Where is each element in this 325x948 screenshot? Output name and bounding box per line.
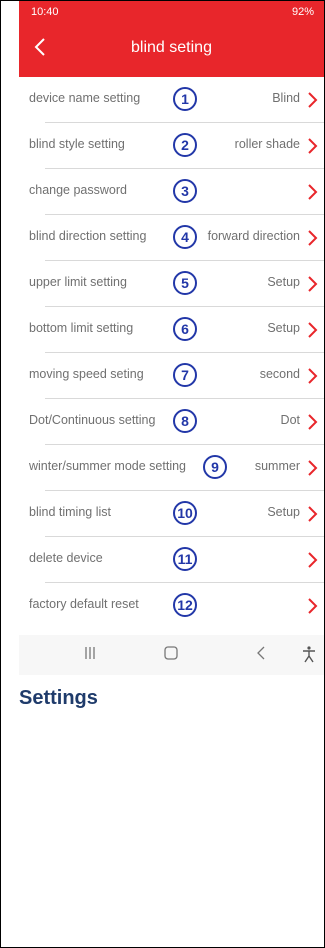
step-number-badge: 9 (203, 455, 227, 479)
chevron-right-icon[interactable] (306, 459, 318, 477)
setting-label: blind timing list (29, 505, 111, 519)
setting-row-blind-timing-list[interactable]: blind timing list 10 Setup (19, 491, 324, 537)
setting-value: Setup (267, 275, 300, 289)
screenshot-frame: 10:40 92% blind seting device name setti… (0, 0, 325, 948)
setting-label: winter/summer mode setting (29, 459, 187, 473)
setting-value: summer (254, 459, 300, 473)
setting-label: bottom limit setting (29, 321, 134, 335)
setting-label: blind style setting (29, 137, 125, 151)
app-bar: blind seting (19, 23, 324, 77)
setting-label: Dot/Continuous setting (29, 413, 156, 427)
settings-heading: Settings (19, 687, 98, 709)
accessibility-icon[interactable] (301, 645, 317, 663)
setting-label: blind direction setting (29, 229, 147, 243)
setting-row-device-name[interactable]: device name setting 1 Blind (19, 77, 324, 123)
setting-value: second (259, 367, 300, 381)
setting-value: roller shade (234, 137, 300, 151)
setting-row-blind-direction[interactable]: blind direction setting 4 forward direct… (19, 215, 324, 261)
setting-row-upper-limit[interactable]: upper limit setting 5 Setup (19, 261, 324, 307)
setting-row-winter-summer-mode[interactable]: winter/summer mode setting 9 summer (19, 445, 324, 491)
setting-label: delete device (29, 551, 103, 565)
setting-label: change password (29, 183, 127, 197)
step-number-badge: 5 (173, 271, 197, 295)
step-number-badge: 3 (173, 179, 197, 203)
setting-value: Blind (272, 91, 300, 105)
step-number-badge: 10 (173, 501, 197, 525)
setting-row-factory-reset[interactable]: factory default reset 12 (19, 583, 324, 629)
chevron-right-icon[interactable] (306, 321, 318, 339)
setting-row-delete-device[interactable]: delete device 11 (19, 537, 324, 583)
system-navigation-bar (19, 635, 324, 675)
settings-list: device name setting 1 Blind blind style … (19, 77, 324, 629)
step-number-badge: 6 (173, 317, 197, 341)
setting-row-blind-style[interactable]: blind style setting 2 roller shade (19, 123, 324, 169)
page-title: blind seting (131, 39, 212, 56)
step-number-badge: 2 (173, 133, 197, 157)
chevron-right-icon[interactable] (306, 91, 318, 109)
setting-value: Setup (267, 321, 300, 335)
setting-label: factory default reset (29, 597, 139, 611)
step-number-badge: 8 (173, 409, 197, 433)
status-bar: 10:40 92% (19, 1, 324, 23)
step-number-badge: 7 (173, 363, 197, 387)
step-number-badge: 11 (173, 547, 197, 571)
setting-row-change-password[interactable]: change password 3 (19, 169, 324, 215)
setting-row-bottom-limit[interactable]: bottom limit setting 6 Setup (19, 307, 324, 353)
setting-row-moving-speed[interactable]: moving speed seting 7 second (19, 353, 324, 399)
setting-value: forward direction (207, 229, 300, 243)
chevron-right-icon[interactable] (306, 367, 318, 385)
chevron-right-icon[interactable] (306, 597, 318, 615)
setting-value: Setup (267, 505, 300, 519)
recent-apps-icon[interactable] (83, 645, 97, 661)
home-icon[interactable] (163, 645, 179, 661)
chevron-right-icon[interactable] (306, 137, 318, 155)
setting-label: device name setting (29, 91, 141, 105)
chevron-right-icon[interactable] (306, 183, 318, 201)
chevron-right-icon[interactable] (306, 505, 318, 523)
status-time: 10:40 (31, 6, 59, 18)
step-number-badge: 1 (173, 87, 197, 111)
setting-label: upper limit setting (29, 275, 127, 289)
setting-label: moving speed seting (29, 367, 144, 381)
chevron-right-icon[interactable] (306, 413, 318, 431)
chevron-right-icon[interactable] (306, 275, 318, 293)
chevron-right-icon[interactable] (306, 551, 318, 569)
step-number-badge: 12 (173, 593, 197, 617)
chevron-right-icon[interactable] (306, 229, 318, 247)
battery-level: 92% (291, 6, 314, 18)
back-nav-icon[interactable] (255, 645, 267, 661)
setting-row-dot-continuous[interactable]: Dot/Continuous setting 8 Dot (19, 399, 324, 445)
setting-value: Dot (280, 413, 300, 427)
step-number-badge: 4 (173, 225, 197, 249)
